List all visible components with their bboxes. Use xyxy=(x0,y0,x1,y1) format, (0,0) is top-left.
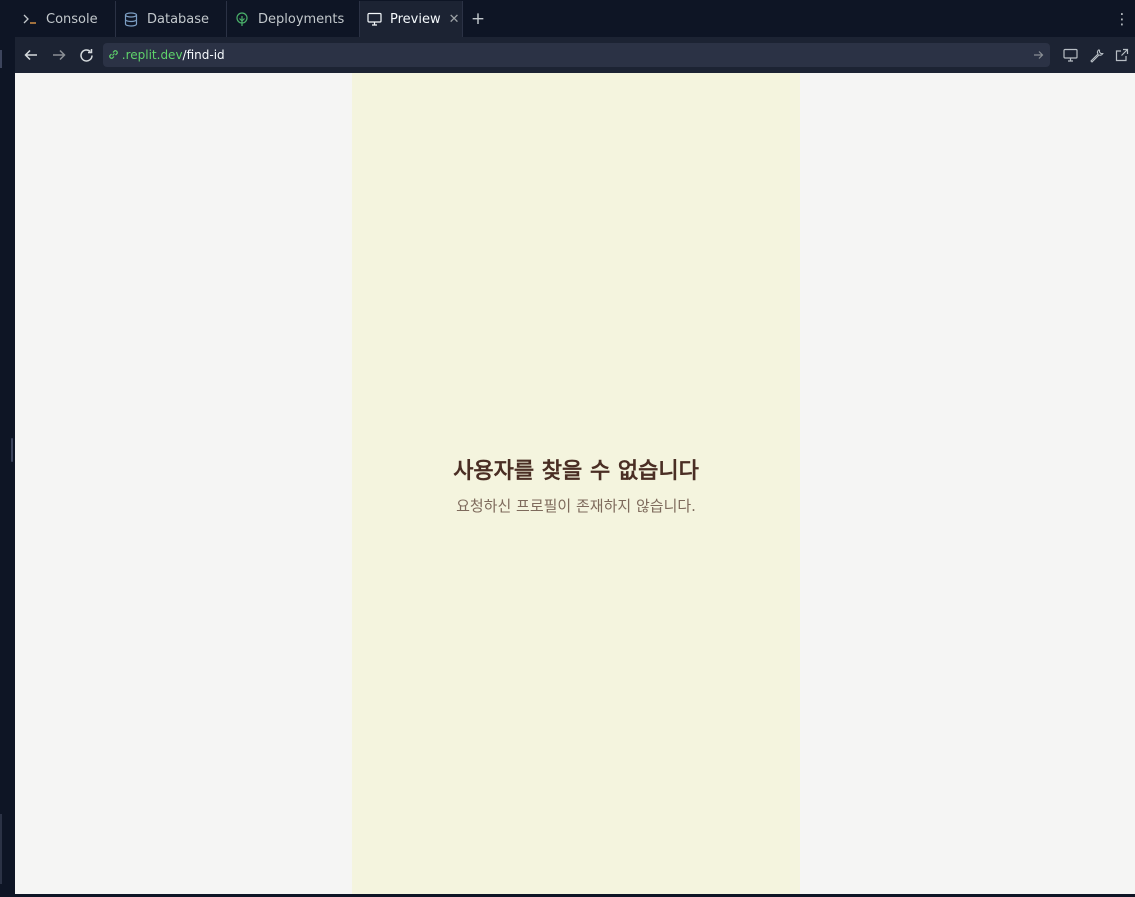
not-found-message: 요청하신 프로필이 존재하지 않습니다. xyxy=(456,497,696,515)
tab-preview[interactable]: Preview ✕ xyxy=(360,1,463,37)
preview-toolbar: .replit.dev/find-id xyxy=(15,37,1135,73)
reload-icon xyxy=(80,48,94,62)
more-options-button[interactable]: ⋮ xyxy=(1109,0,1135,37)
desktop-icon xyxy=(1063,48,1078,62)
tab-label: Database xyxy=(147,11,210,27)
tab-label: Preview xyxy=(390,11,441,27)
tab-database[interactable]: Database xyxy=(116,1,227,37)
app-content-column: 사용자를 찾을 수 없습니다 요청하신 프로필이 존재하지 않습니다. xyxy=(352,73,800,894)
resize-handle[interactable] xyxy=(11,438,13,462)
forward-button[interactable] xyxy=(45,41,73,69)
tab-bar: Console Database Deployments Preview ✕ +… xyxy=(15,0,1135,38)
link-icon xyxy=(107,48,121,62)
add-tab-button[interactable]: + xyxy=(463,0,493,37)
console-icon xyxy=(22,11,38,27)
go-button[interactable] xyxy=(1033,50,1044,60)
url-host: .replit.dev xyxy=(121,48,183,62)
tab-spacer xyxy=(493,0,1109,37)
arrow-right-icon xyxy=(52,49,66,61)
rail-marker xyxy=(0,50,2,68)
tab-label: Console xyxy=(46,11,98,27)
vertical-dots-icon: ⋮ xyxy=(1114,9,1130,28)
arrow-left-icon xyxy=(24,49,37,61)
tab-deployments[interactable]: Deployments xyxy=(227,1,360,37)
arrow-right-icon xyxy=(1034,51,1044,59)
external-link-icon xyxy=(1115,48,1129,62)
left-sidebar-rail xyxy=(0,0,16,897)
not-found-title: 사용자를 찾을 수 없습니다 xyxy=(453,459,699,484)
devtools-button[interactable] xyxy=(1083,41,1109,69)
open-new-tab-button[interactable] xyxy=(1109,41,1135,69)
preview-viewport: 사용자를 찾을 수 없습니다 요청하신 프로필이 존재하지 않습니다. xyxy=(15,73,1135,897)
database-icon xyxy=(123,11,139,27)
url-path: /find-id xyxy=(182,48,225,62)
tab-console[interactable]: Console xyxy=(15,1,116,37)
rail-marker-bottom xyxy=(0,814,2,884)
monitor-icon xyxy=(367,11,382,27)
url-input[interactable]: .replit.dev/find-id xyxy=(102,43,1051,67)
wrench-icon xyxy=(1089,48,1104,63)
tab-label: Deployments xyxy=(258,11,345,27)
reload-button[interactable] xyxy=(73,41,101,69)
plus-icon: + xyxy=(470,8,486,29)
deployments-icon xyxy=(234,11,250,27)
device-preview-button[interactable] xyxy=(1057,41,1083,69)
back-button[interactable] xyxy=(17,41,45,69)
close-icon[interactable]: ✕ xyxy=(449,12,460,27)
